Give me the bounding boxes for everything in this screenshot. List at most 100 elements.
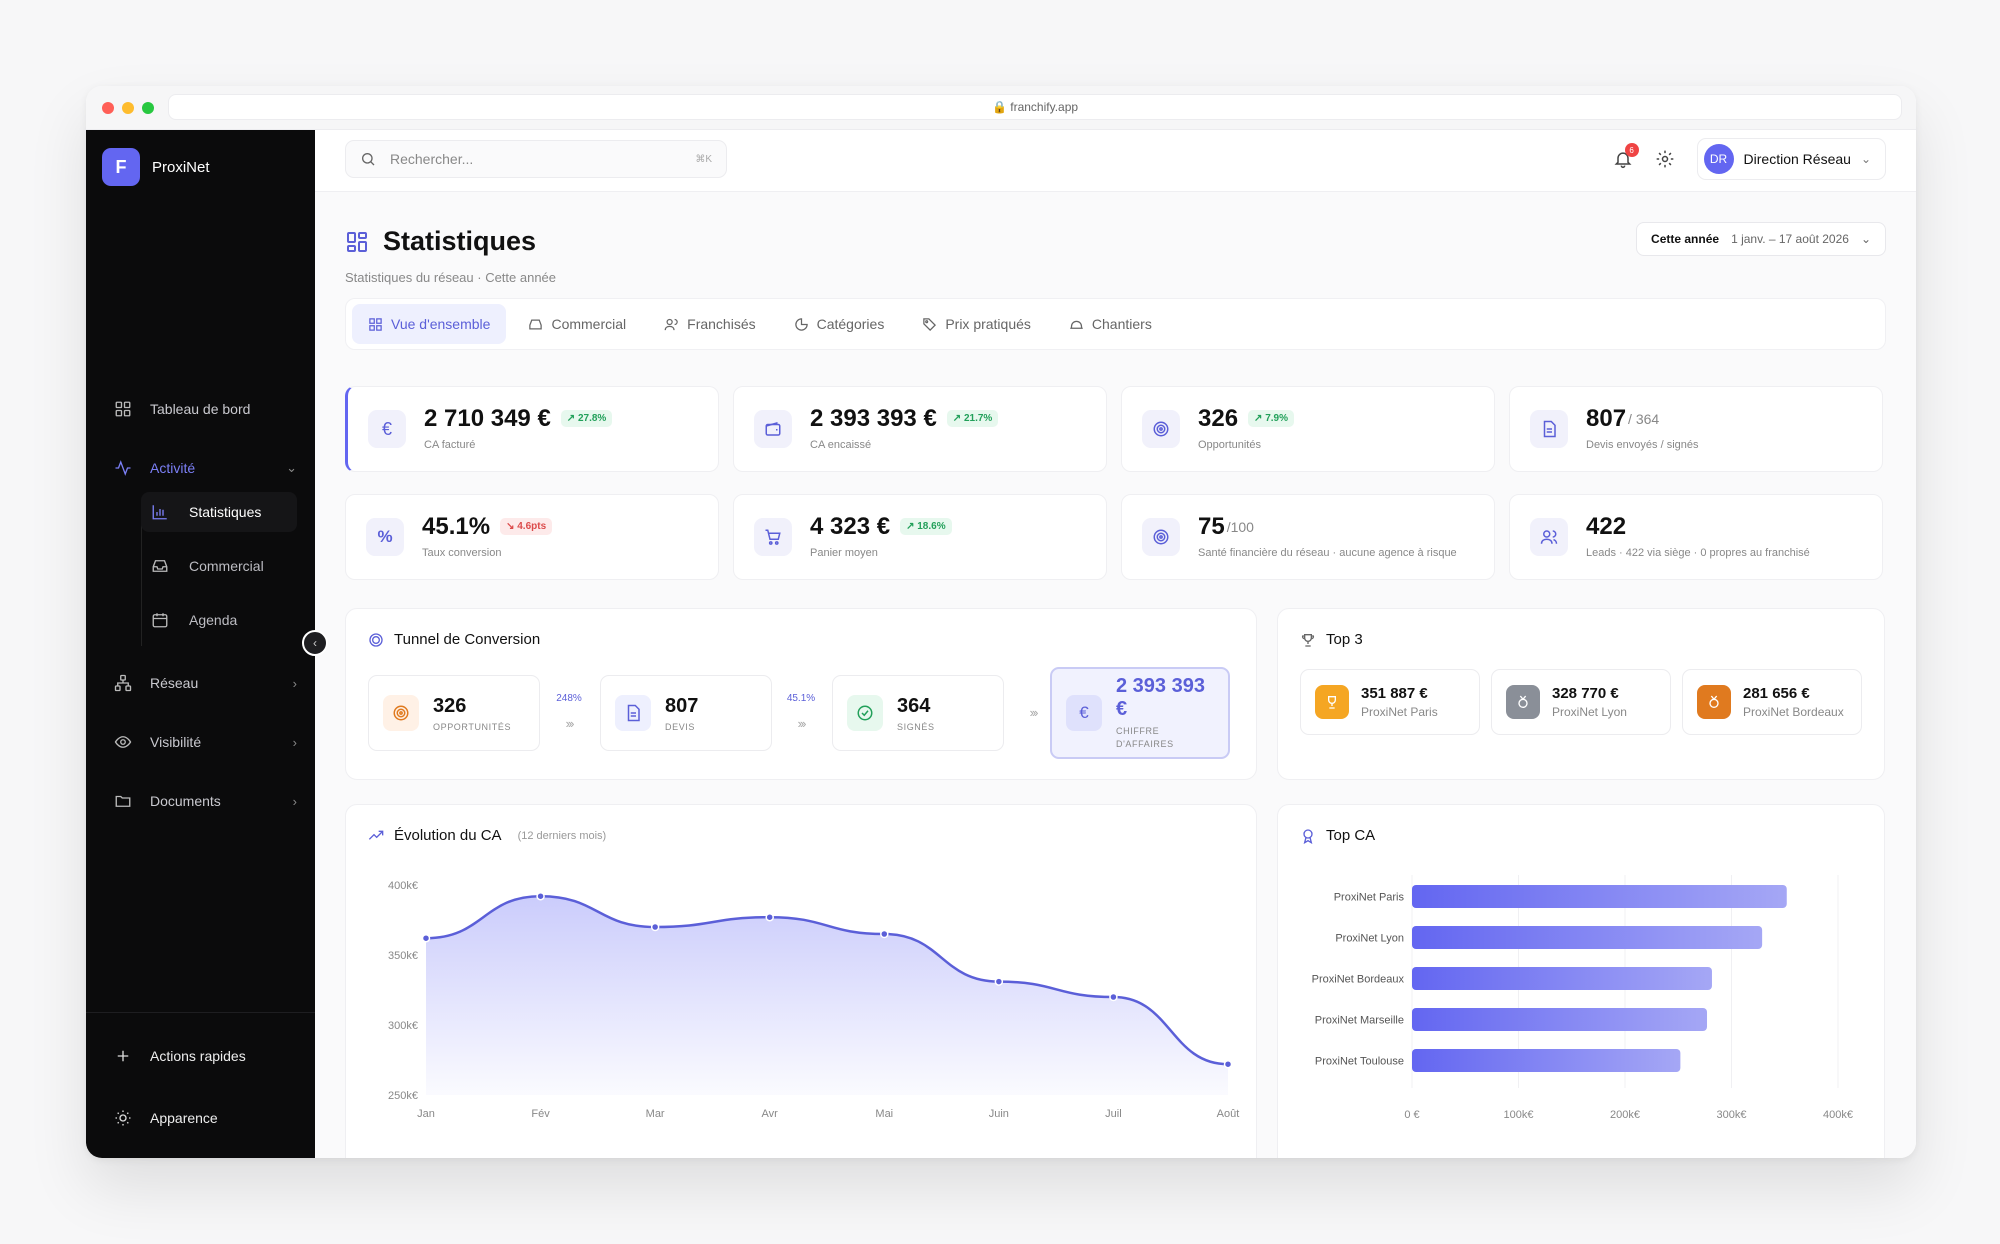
sidebar-footer: Actions rapides Apparence (86, 1012, 315, 1158)
collapse-sidebar-button[interactable]: ‹ (302, 630, 328, 656)
card-title: Évolution du CA (12 derniers mois) (368, 827, 606, 844)
top3-entry-1[interactable]: 351 887 € ProxiNet Paris (1300, 669, 1480, 735)
tab-overview[interactable]: Vue d'ensemble (352, 304, 507, 344)
kpi-financial-health[interactable]: 75/100 Santé financière du réseau · aucu… (1121, 494, 1495, 580)
chevrons-right-icon: ››› (797, 716, 807, 731)
trend-up-badge: ↗ 27.8% (560, 410, 613, 428)
kpi-opportunities[interactable]: 326 ↗ 7.9% Opportunités (1121, 386, 1495, 472)
tab-prices[interactable]: Prix pratiqués (906, 304, 1047, 344)
tag-icon (923, 317, 937, 331)
sidebar-item-label: Visibilité (150, 734, 202, 750)
x-tick-label: Jan (417, 1108, 435, 1120)
sidebar-item-visibility[interactable]: Visibilité › (114, 727, 297, 757)
brand-name: ProxiNet (152, 158, 210, 176)
chevrons-right-icon: ››› (565, 716, 575, 731)
x-tick-label: 400k€ (1823, 1109, 1853, 1121)
bar (1412, 967, 1712, 990)
sidebar-subitem-label: Agenda (189, 612, 238, 628)
tab-label: Vue d'ensemble (391, 316, 491, 332)
sun-icon (115, 1110, 131, 1126)
search-input[interactable]: Rechercher... ⌘K (345, 140, 727, 178)
top3-entry-2[interactable]: 328 770 € ProxiNet Lyon (1491, 669, 1671, 735)
x-tick-label: 100k€ (1504, 1109, 1534, 1121)
kpi-ca-facture[interactable]: € 2 710 349 € ↗ 27.8% CA facturé (345, 386, 719, 472)
kpi-conversion-rate[interactable]: % 45.1% ↘ 4.6pts Taux conversion (345, 494, 719, 580)
x-tick-label: 300k€ (1717, 1109, 1747, 1121)
check-circle-icon (847, 695, 883, 731)
sidebar-item-label: Documents (150, 793, 221, 809)
kpi-value: 4 323 € (810, 512, 891, 540)
top3-name: ProxiNet Lyon (1552, 705, 1627, 719)
plus-icon (117, 1050, 129, 1062)
kpi-ca-encaisse[interactable]: 2 393 393 € ↗ 21.7% CA encaissé (733, 386, 1107, 472)
y-tick-label: 300k€ (388, 1020, 418, 1032)
funnel-step-signed[interactable]: 364 SIGNÉS (832, 675, 1004, 751)
kpi-leads[interactable]: 422 Leads · 422 via siège · 0 propres au… (1509, 494, 1883, 580)
funnel-value: 807 (665, 694, 699, 717)
search-shortcut: ⌘K (695, 153, 712, 165)
funnel-label: DEVIS (665, 721, 696, 732)
x-tick-label: 0 € (1404, 1109, 1419, 1121)
funnel-step-quotes[interactable]: 807 DEVIS (600, 675, 772, 751)
target-icon (383, 695, 419, 731)
sidebar-subitem-commercial[interactable]: Commercial (141, 546, 297, 586)
sidebar-item-dashboard[interactable]: Tableau de bord (114, 394, 297, 424)
topbar: Rechercher... ⌘K 6 DR Direction Réseau ⌄ (315, 130, 1916, 192)
trend-up-badge: ↗ 18.6% (900, 518, 952, 536)
data-point (765, 912, 774, 922)
funnel-step-revenue[interactable]: € 2 393 393 € CHIFFRE D'AFFAIRES (1050, 667, 1230, 759)
quick-actions-button[interactable]: Actions rapides (114, 1041, 297, 1071)
document-icon (615, 695, 651, 731)
user-name: Direction Réseau (1743, 151, 1851, 167)
activity-icon (115, 460, 131, 476)
tab-categories[interactable]: Catégories (778, 304, 901, 344)
data-point (1223, 1059, 1233, 1069)
kpi-average-basket[interactable]: 4 323 € ↗ 18.6% Panier moyen (733, 494, 1107, 580)
y-tick-label: 250k€ (388, 1090, 418, 1102)
quick-actions-label: Actions rapides (150, 1048, 246, 1064)
funnel-step-opportunities[interactable]: 326 OPPORTUNITÉS (368, 675, 540, 751)
search-placeholder: Rechercher... (390, 151, 474, 167)
tab-label: Commercial (551, 316, 627, 332)
medal-icon (1506, 685, 1540, 719)
y-category-label: ProxiNet Lyon (1335, 933, 1404, 945)
date-range-picker[interactable]: Cette année 1 janv. – 17 août 2026 ⌄ (1636, 222, 1886, 256)
x-tick-label: Fév (531, 1108, 550, 1120)
gear-icon[interactable] (1655, 149, 1675, 169)
medal-icon (1697, 685, 1731, 719)
trophy-icon (1315, 685, 1349, 719)
kpi-suffix: / 364 (1628, 410, 1660, 427)
trophy-icon (1301, 633, 1315, 647)
tab-franchisees[interactable]: Franchisés (648, 304, 771, 344)
user-menu-button[interactable]: DR Direction Réseau ⌄ (1696, 138, 1886, 180)
document-icon (1530, 410, 1568, 448)
minimize-window-button[interactable] (122, 102, 134, 114)
top3-card: Top 3 351 887 € ProxiNet Paris 328 770 € P… (1277, 608, 1885, 780)
tab-worksites[interactable]: Chantiers (1053, 304, 1168, 344)
close-window-button[interactable] (102, 102, 114, 114)
sidebar-subitem-statistics[interactable]: Statistiques (141, 492, 297, 532)
sidebar-item-label: Activité (150, 460, 196, 476)
funnel-value: 326 (433, 694, 467, 717)
inbox-icon (152, 560, 168, 572)
card-title: Tunnel de Conversion (368, 631, 540, 648)
top3-value: 281 656 € (1743, 685, 1810, 702)
sidebar-item-activity[interactable]: Activité ⌄ (114, 453, 297, 483)
sidebar-item-network[interactable]: Réseau › (114, 668, 297, 698)
top3-entry-3[interactable]: 281 656 € ProxiNet Bordeaux (1682, 669, 1862, 735)
trend-up-badge: ↗ 21.7% (946, 410, 999, 428)
maximize-window-button[interactable] (142, 102, 154, 114)
revenue-area-chart: 400k€ 350k€ 300k€ 250k€ Jan Fév Mar Avr Mai Juin J… (388, 880, 1239, 1120)
sidebar-subitem-agenda[interactable]: Agenda (141, 600, 297, 640)
notifications-button[interactable]: 6 (1613, 143, 1639, 169)
tab-commercial[interactable]: Commercial (512, 304, 642, 344)
appearance-label: Apparence (150, 1110, 218, 1126)
sidebar-item-documents[interactable]: Documents › (114, 786, 297, 816)
main-content: Rechercher... ⌘K 6 DR Direction Réseau ⌄… (315, 130, 1916, 1158)
bar (1412, 1049, 1681, 1072)
url-bar[interactable]: 🔒 franchify.app (168, 94, 1902, 120)
kpi-quotes[interactable]: 807/ 364 Devis envoyés / signés (1509, 386, 1883, 472)
brand[interactable]: F ProxiNet (102, 148, 210, 186)
appearance-button[interactable]: Apparence (114, 1103, 297, 1133)
top-ca-card: Top CA 0 € 100k€ 200k€ 300k€ 400k€ ProxiNet P… (1277, 804, 1885, 1158)
